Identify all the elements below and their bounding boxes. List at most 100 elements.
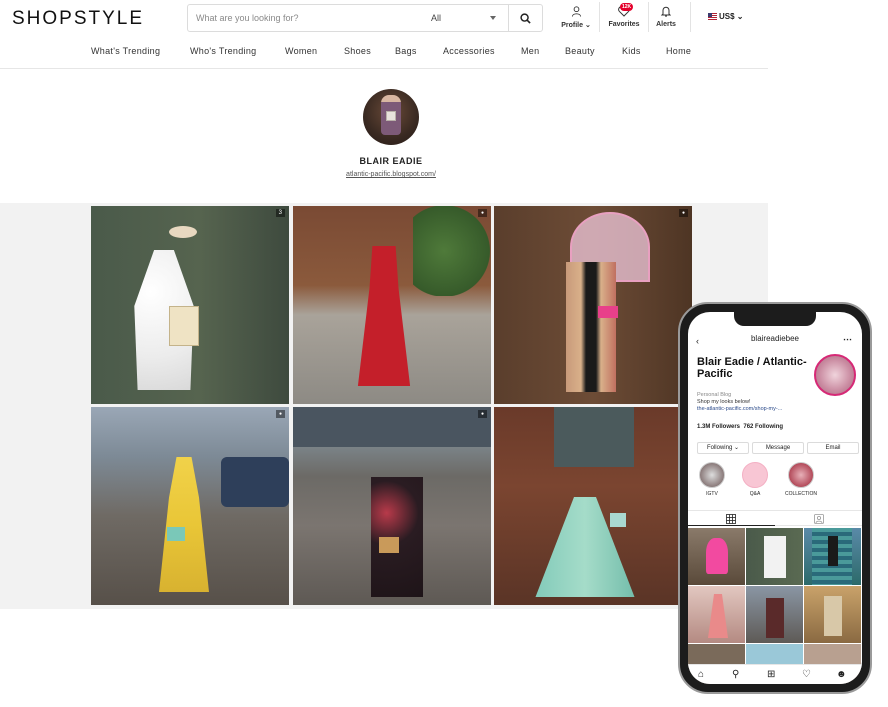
gallery-photo[interactable]: ● (91, 407, 289, 605)
nav-item-women[interactable]: Women (285, 46, 317, 56)
home-icon[interactable]: ⌂ (698, 669, 704, 680)
page: SHOPSTYLE All Profile ⌄ 12K Favorites Al… (0, 0, 888, 707)
ig-following[interactable]: 762 Following (743, 424, 783, 430)
ig-category: Personal Blog (697, 392, 732, 398)
grid-icon[interactable] (726, 514, 736, 524)
highlight-label: COLLECTION (785, 491, 817, 497)
profile-name: BLAIR EADIE (359, 156, 423, 166)
photo-figure-dress (357, 246, 411, 386)
shopstyle-logo[interactable]: SHOPSTYLE (12, 8, 144, 30)
category-nav: What's Trending Who's Trending Women Sho… (0, 46, 768, 60)
gallery-photo[interactable]: ● (494, 407, 692, 605)
gallery-photo[interactable]: ● (494, 206, 692, 404)
photo-door (554, 407, 634, 467)
highlight-cover (742, 462, 768, 488)
tag-icon: ● (678, 209, 688, 217)
ig-bio-text: Shop my looks below! (697, 399, 751, 405)
photo-figure-bag (610, 513, 626, 527)
favorites-label: Favorites (608, 21, 640, 28)
alerts-label: Alerts (656, 21, 676, 28)
photo-bridge (293, 407, 491, 447)
ig-profile-tabs (688, 510, 862, 526)
nav-item-accessories[interactable]: Accessories (443, 46, 495, 56)
email-button[interactable]: Email (807, 442, 859, 454)
ig-post[interactable] (804, 528, 861, 585)
add-post-icon[interactable]: ⊞ (767, 669, 775, 680)
ig-post-grid (688, 528, 862, 684)
photo-figure-bag (167, 527, 185, 541)
search-icon[interactable]: ⚲ (732, 669, 739, 680)
photo-car (221, 457, 289, 507)
following-button[interactable]: Following ⌄ (697, 442, 749, 454)
active-tab-indicator (688, 525, 775, 526)
phone-notch (734, 312, 816, 326)
search-button[interactable] (508, 5, 542, 31)
chevron-down-icon: ⌄ (734, 445, 740, 451)
nav-item-whos-trending[interactable]: Who's Trending (190, 46, 256, 56)
nav-item-kids[interactable]: Kids (622, 46, 641, 56)
profile-menu[interactable]: Profile ⌄ (560, 6, 592, 29)
tag-icon: ● (477, 410, 487, 418)
photo-figure-bag (379, 537, 399, 553)
tagged-icon[interactable] (814, 514, 824, 524)
search-input[interactable] (196, 10, 396, 26)
ig-profile-avatar[interactable] (814, 354, 856, 396)
bell-icon (660, 6, 672, 17)
photo-figure-bag (598, 306, 618, 318)
ig-post[interactable] (688, 586, 745, 643)
ig-post[interactable] (746, 586, 803, 643)
ig-post[interactable] (688, 528, 745, 585)
highlight-collection[interactable]: COLLECTION (785, 462, 817, 497)
currency-label: US$ (719, 12, 735, 21)
heart-icon[interactable]: ♡ (802, 669, 811, 680)
divider (599, 2, 600, 32)
photo-figure-head (169, 226, 197, 238)
profile-link[interactable]: atlantic-pacific.blogspot.com/ (0, 171, 782, 178)
nav-item-beauty[interactable]: Beauty (565, 46, 595, 56)
ig-post[interactable] (746, 528, 803, 585)
currency-selector[interactable]: US$ ⌄ (708, 12, 744, 21)
photo-figure-gown (535, 497, 635, 597)
photo-figure-coat (566, 262, 616, 392)
profile-avatar[interactable] (363, 89, 419, 145)
user-icon (571, 6, 581, 17)
ig-followers[interactable]: 1.3M Followers (697, 424, 740, 430)
profile-icon[interactable]: ☻ (836, 669, 847, 680)
ig-display-name: Blair Eadie / Atlantic-Pacific (697, 356, 807, 380)
ig-bio-link[interactable]: the-atlantic-pacific.com/shop-my-... (697, 406, 827, 413)
tag-icon: ● (477, 209, 487, 217)
highlight-igtv[interactable]: IGTV (699, 462, 725, 497)
nav-item-home[interactable]: Home (666, 46, 691, 56)
highlight-label: Q&A (749, 491, 761, 497)
search-icon (520, 12, 531, 24)
photo-figure-dress (159, 457, 209, 592)
gallery-photo[interactable]: 3 (91, 206, 289, 404)
favorites-link[interactable]: 12K Favorites (606, 3, 642, 28)
ig-post[interactable] (804, 586, 861, 643)
alerts-link[interactable]: Alerts (652, 6, 680, 28)
nav-item-bags[interactable]: Bags (395, 46, 417, 56)
more-options-icon[interactable]: ⋯ (843, 334, 852, 345)
gallery-photo[interactable]: ● (293, 206, 491, 404)
search-category-select[interactable]: All (431, 13, 441, 23)
chevron-down-icon: ⌄ (736, 12, 744, 21)
ig-username: blaireadiebee (750, 334, 800, 343)
highlight-qa[interactable]: Q&A (742, 462, 768, 497)
nav-item-whats-trending[interactable]: What's Trending (91, 46, 160, 56)
following-label: Following (706, 445, 733, 451)
avatar-bag (386, 111, 396, 121)
igtv-icon (699, 462, 725, 488)
ig-bottom-nav: ⌂ ⚲ ⊞ ♡ ☻ (688, 664, 862, 684)
photo-tree (413, 206, 491, 296)
gallery-photo[interactable]: ● (293, 407, 491, 605)
message-button[interactable]: Message (752, 442, 804, 454)
chevron-down-icon: ⌄ (584, 22, 591, 29)
chevron-down-icon (490, 16, 496, 20)
instagram-screen: ‹ blaireadiebee ⋯ Blair Eadie / Atlantic… (688, 312, 862, 684)
image-count-badge: 3 (275, 209, 285, 217)
ig-bio: Personal Blog Shop my looks below! the-a… (697, 392, 827, 413)
divider (690, 2, 691, 32)
tag-icon: ● (275, 410, 285, 418)
nav-item-men[interactable]: Men (521, 46, 539, 56)
nav-item-shoes[interactable]: Shoes (344, 46, 371, 56)
